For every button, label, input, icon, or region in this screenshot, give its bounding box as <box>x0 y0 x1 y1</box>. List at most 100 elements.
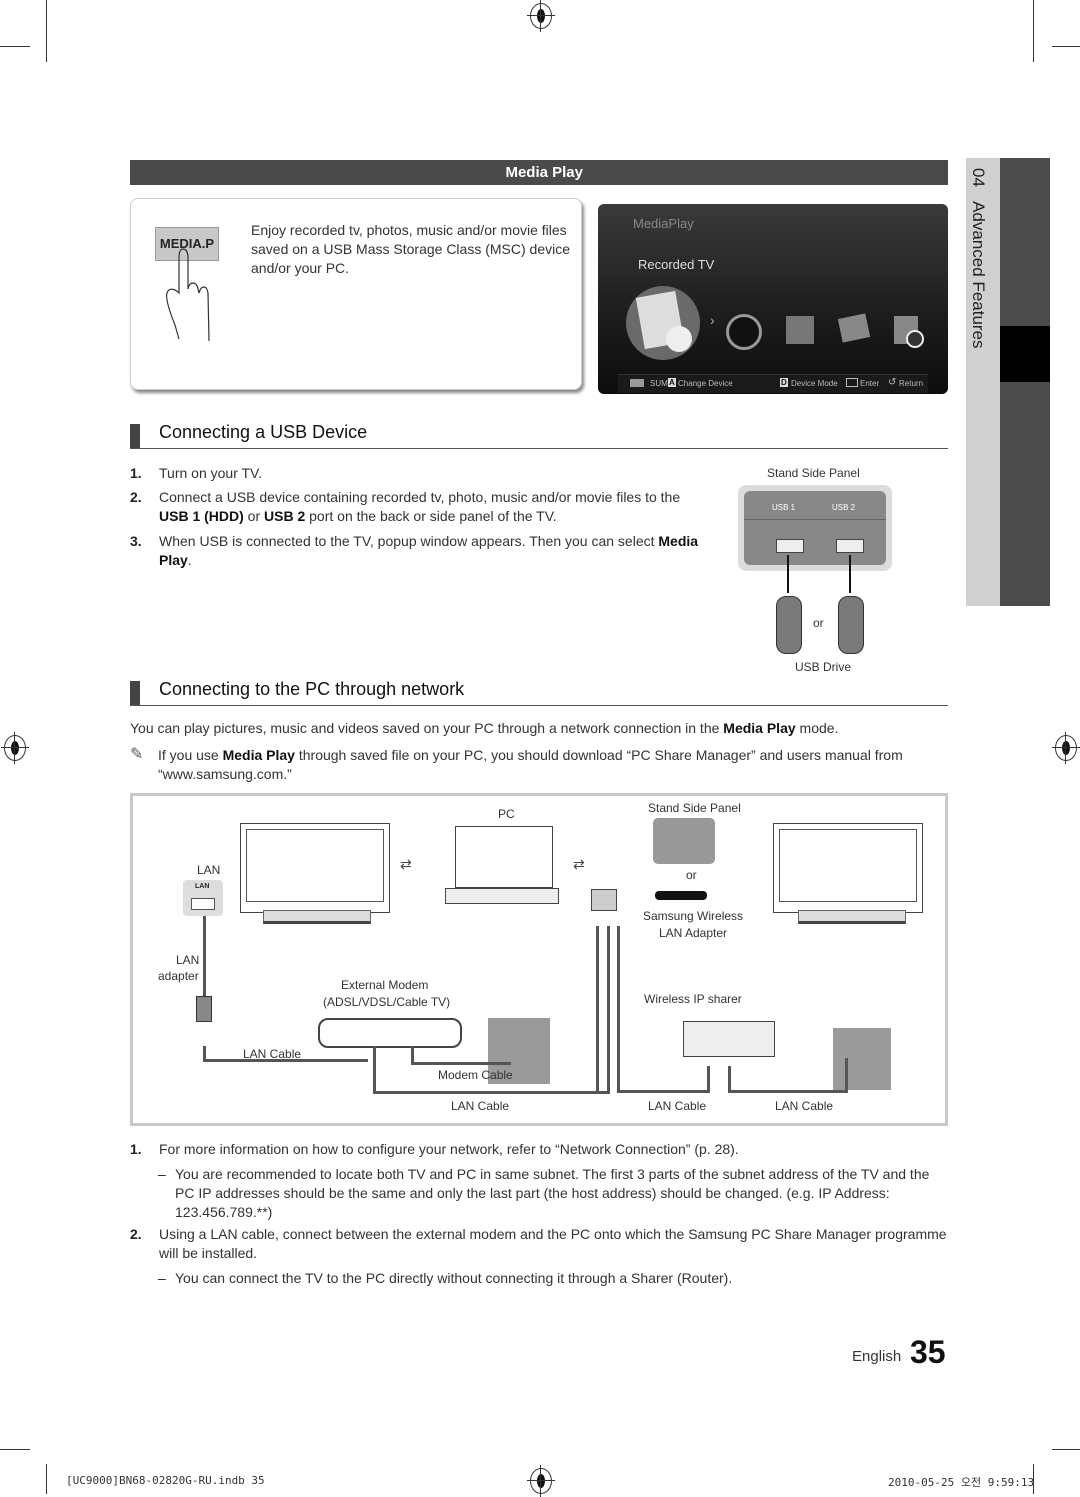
device-mode-button[interactable]: Device Mode <box>791 379 838 388</box>
print-slug-file: [UC9000]BN68-02820G-RU.indb 35 <box>66 1474 265 1487</box>
wireless-router-icon <box>683 1021 775 1057</box>
usb2-port <box>836 539 864 553</box>
registration-mark-icon <box>527 0 555 32</box>
chapter-tab: 04 Advanced Features <box>966 158 1000 606</box>
list-item: – You are recommended to locate both TV … <box>158 1166 930 1220</box>
music-icon[interactable] <box>786 316 814 344</box>
external-modem-label: External Modem <box>341 978 429 992</box>
lan-cable-label: LAN Cable <box>451 1099 510 1113</box>
crop-mark <box>1052 1449 1080 1450</box>
or-label: or <box>813 616 824 630</box>
tv-right-icon <box>773 823 923 913</box>
crop-mark <box>0 1449 30 1450</box>
external-modem-label: (ADSL/VDSL/Cable TV) <box>323 995 451 1009</box>
crop-mark <box>46 0 47 62</box>
print-slug-timestamp: 2010-05-25 오전 9:59:13 <box>888 1476 1035 1489</box>
lan-cable <box>373 1091 607 1094</box>
media-play-screen: MediaPlay Recorded TV › SUM A Change Dev… <box>598 204 948 394</box>
a-key-icon: A <box>668 378 676 387</box>
modem-cable <box>411 1062 511 1065</box>
usb-arrow <box>849 555 851 593</box>
stand-side-panel-figure: USB 1 USB 2 <box>738 485 892 571</box>
usb1-port-label: USB 1 <box>772 503 796 512</box>
chapter-title: Advanced Features <box>969 201 988 349</box>
list-item: 1. Turn on your TV. <box>130 465 262 481</box>
usb-drive-icon <box>776 596 802 654</box>
return-button[interactable]: Return <box>899 379 923 388</box>
wireless-lan-adapter-label: Samsung Wireless LAN Adapter <box>643 909 744 940</box>
network-diagram: LAN LAN LAN adapter ⇄ PC ⇄ Stand Side Pa… <box>130 793 948 1126</box>
chapter-number: 04 <box>969 168 988 187</box>
section-title: Media Play <box>505 164 583 181</box>
lan-cable <box>617 1090 707 1093</box>
pc-label: PC <box>498 807 515 821</box>
return-icon: ↺ <box>888 377 897 388</box>
chapter-tab-indicator <box>1000 326 1050 382</box>
tv-left-icon <box>240 823 390 913</box>
stand-side-panel-icon <box>653 818 715 864</box>
usb-section-heading: Connecting a USB Device <box>130 420 948 449</box>
selected-item-label: Recorded TV <box>638 257 715 272</box>
network-intro: You can play pictures, music and videos … <box>130 720 839 736</box>
videos-icon[interactable] <box>726 314 762 350</box>
remote-guide-bar: SUM A Change Device D Device Mode Enter … <box>618 374 928 393</box>
bidirectional-arrow-icon: ⇄ <box>573 856 585 872</box>
usb2-port-label: USB 2 <box>832 503 856 512</box>
modem-cable-label: Modem Cable <box>438 1068 513 1082</box>
lan-adapter-label: adapter <box>158 969 199 983</box>
wireless-ip-sharer-label: Wireless IP sharer <box>644 992 742 1006</box>
usb1-port <box>776 539 804 553</box>
registration-mark-icon <box>1052 732 1080 764</box>
wall-outlet-icon <box>833 1028 891 1090</box>
list-item: – You can connect the TV to the PC direc… <box>158 1270 733 1286</box>
recorded-tv-icon[interactable] <box>626 286 700 360</box>
usb-steps-list: 1. Turn on your TV. 2. Connect a USB dev… <box>130 464 699 576</box>
photos-icon[interactable] <box>837 313 871 343</box>
usb-arrow <box>787 555 789 593</box>
remote-icon <box>630 379 644 387</box>
laptop-icon <box>455 826 553 888</box>
crop-mark <box>0 46 30 47</box>
media-play-app-title: MediaPlay <box>633 216 694 231</box>
registration-mark-icon <box>1 732 29 764</box>
enter-icon <box>846 378 858 387</box>
lan-label: LAN <box>197 863 221 877</box>
stand-side-panel-label: Stand Side Panel <box>648 801 741 815</box>
page-number: 35 <box>910 1334 946 1370</box>
d-key-icon: D <box>780 378 788 387</box>
chevron-right-icon: › <box>710 312 715 328</box>
pressing-hand-icon <box>166 248 210 342</box>
lan-adapter-icon <box>196 996 212 1022</box>
media-play-info-box: MEDIA.P Enjoy recorded tv, photos, music… <box>130 198 582 390</box>
chapter-tab-strip <box>1000 158 1050 606</box>
usb-drive-icon <box>838 596 864 654</box>
lan-cable-label: LAN Cable <box>775 1099 834 1113</box>
network-note: If you use Media Play through saved file… <box>158 747 903 782</box>
lan-cable <box>728 1090 846 1093</box>
lan-adapter-cable <box>203 916 206 1006</box>
change-device-button[interactable]: Change Device <box>678 379 733 388</box>
list-item: 2. Connect a USB device containing recor… <box>130 489 681 524</box>
network-steps-list: 1. For more information on how to config… <box>130 1140 948 1293</box>
sum-label: SUM <box>650 379 668 388</box>
or-label: or <box>686 868 697 882</box>
lan-adapter-label: LAN <box>176 953 200 967</box>
network-section-heading: Connecting to the PC through network <box>130 677 948 706</box>
setup-icon[interactable] <box>894 316 924 348</box>
usb-drive-label: USB Drive <box>795 660 852 674</box>
external-modem-icon <box>318 1018 462 1048</box>
registration-mark-icon <box>527 1465 555 1497</box>
list-item: 2. Using a LAN cable, connect between th… <box>130 1226 947 1261</box>
lan-cable-label: LAN Cable <box>648 1099 707 1113</box>
list-item: 3. When USB is connected to the TV, popu… <box>130 533 699 568</box>
list-item: 1. For more information on how to config… <box>130 1141 739 1157</box>
crop-mark <box>46 1464 47 1494</box>
note-pencil-icon: ✎ <box>130 746 144 763</box>
wireless-lan-adapter-icon <box>655 891 707 900</box>
stand-side-panel-label: Stand Side Panel <box>767 466 860 480</box>
lan-port-icon <box>591 889 617 911</box>
bidirectional-arrow-icon: ⇄ <box>400 856 412 872</box>
lan-cable-label: LAN Cable <box>243 1047 302 1061</box>
enter-button[interactable]: Enter <box>860 379 879 388</box>
media-play-description: Enjoy recorded tv, photos, music and/or … <box>251 222 571 276</box>
